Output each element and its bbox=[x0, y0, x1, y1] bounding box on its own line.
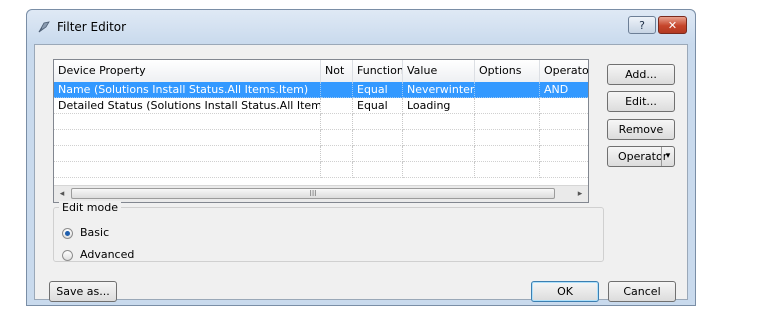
cell-not bbox=[321, 82, 353, 98]
scroll-thumb[interactable]: III bbox=[71, 188, 555, 199]
column-device-property[interactable]: Device Property bbox=[54, 60, 321, 82]
title-bar[interactable]: Filter Editor ? ✕ bbox=[27, 10, 695, 44]
horizontal-scrollbar[interactable]: ◂ III ▸ bbox=[54, 185, 588, 202]
empty-row bbox=[54, 114, 588, 130]
close-button[interactable]: ✕ bbox=[658, 16, 687, 34]
cell-options bbox=[475, 82, 540, 98]
edit-mode-group bbox=[53, 207, 604, 262]
cell-operator: AND bbox=[540, 82, 588, 98]
table-row[interactable]: Detailed Status (Solutions Install Statu… bbox=[54, 98, 588, 114]
window-title: Filter Editor bbox=[57, 20, 127, 34]
dropdown-arrow-icon[interactable]: ▾ bbox=[661, 147, 674, 166]
basic-radio[interactable] bbox=[62, 228, 73, 239]
scroll-right-icon[interactable]: ▸ bbox=[572, 186, 588, 202]
cell-value: Neverwinter bbox=[403, 82, 475, 98]
cell-function: Equal bbox=[353, 98, 403, 114]
column-options[interactable]: Options bbox=[475, 60, 540, 82]
filter-app-icon bbox=[38, 21, 50, 33]
operator-button[interactable]: Operator ▾ bbox=[607, 146, 675, 167]
operator-button-label: Operator bbox=[618, 150, 668, 163]
ok-button[interactable]: OK bbox=[531, 281, 599, 302]
advanced-radio[interactable] bbox=[62, 250, 73, 261]
edit-mode-legend: Edit mode bbox=[59, 201, 121, 214]
basic-radio-label[interactable]: Basic bbox=[80, 226, 109, 239]
cell-options bbox=[475, 98, 540, 114]
save-as-button[interactable]: Save as... bbox=[49, 281, 117, 302]
add-button[interactable]: Add... bbox=[607, 64, 675, 85]
cell-operator bbox=[540, 98, 588, 114]
filter-editor-window: Filter Editor ? ✕ Device Property Not Fu… bbox=[26, 9, 696, 306]
empty-row bbox=[54, 130, 588, 146]
advanced-radio-label[interactable]: Advanced bbox=[80, 248, 134, 261]
cancel-button[interactable]: Cancel bbox=[608, 281, 676, 302]
filter-grid[interactable]: Device Property Not Function Value Optio… bbox=[53, 59, 589, 203]
dialog-body: Device Property Not Function Value Optio… bbox=[34, 44, 688, 302]
cell-value: Loading bbox=[403, 98, 475, 114]
cell-device-property: Name (Solutions Install Status.All Items… bbox=[54, 82, 321, 98]
column-operator[interactable]: Operator bbox=[540, 60, 588, 82]
column-function[interactable]: Function bbox=[353, 60, 403, 82]
grid-header: Device Property Not Function Value Optio… bbox=[54, 60, 588, 83]
edit-button[interactable]: Edit... bbox=[607, 91, 675, 112]
empty-row bbox=[54, 146, 588, 162]
column-not[interactable]: Not bbox=[321, 60, 353, 82]
remove-button[interactable]: Remove bbox=[607, 119, 675, 140]
table-row[interactable]: Name (Solutions Install Status.All Items… bbox=[54, 82, 588, 98]
cell-not bbox=[321, 98, 353, 114]
column-value[interactable]: Value bbox=[403, 60, 475, 82]
help-button[interactable]: ? bbox=[628, 16, 656, 34]
cell-device-property: Detailed Status (Solutions Install Statu… bbox=[54, 98, 321, 114]
scroll-left-icon[interactable]: ◂ bbox=[54, 186, 70, 202]
empty-row bbox=[54, 162, 588, 178]
cell-function: Equal bbox=[353, 82, 403, 98]
